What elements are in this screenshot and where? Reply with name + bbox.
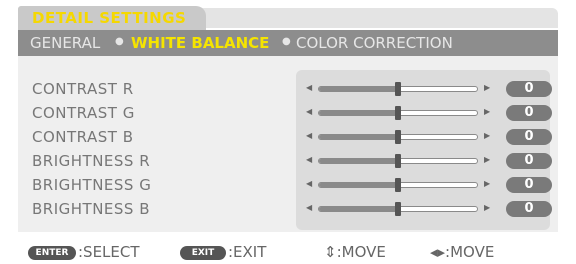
slider-knob[interactable] [395,106,401,120]
setting-label[interactable]: CONTRAST B [32,128,133,146]
increase-arrow-icon[interactable]: ▶ [484,155,490,164]
slider-fill [319,159,398,163]
footer-hints: ENTER :SELECT EXIT :EXIT ⇕:MOVE ◂▸:MOVE [18,242,558,264]
slider-fill [319,111,398,115]
increase-arrow-icon[interactable]: ▶ [484,131,490,140]
select-hint: :SELECT [78,243,140,261]
increase-arrow-icon[interactable]: ▶ [484,107,490,116]
slider-knob[interactable] [395,82,401,96]
exit-hint: :EXIT [228,243,267,261]
setting-value: 0 [506,201,552,217]
slider-fill [319,207,398,211]
slider-knob[interactable] [395,178,401,192]
slider-fill [319,87,398,91]
enter-key-badge[interactable]: ENTER [28,246,76,260]
setting-value: 0 [506,177,552,193]
setting-label[interactable]: BRIGHTNESS B [32,200,150,218]
decrease-arrow-icon[interactable]: ◀ [306,203,312,212]
setting-value: 0 [506,153,552,169]
setting-value: 0 [506,105,552,121]
tab-white-balance[interactable]: WHITE BALANCE [131,34,269,52]
slider-knob[interactable] [395,130,401,144]
tab-separator: ● [282,36,291,47]
move-horizontal-hint: ◂▸:MOVE [430,243,495,261]
title-tab: DETAIL SETTINGS [18,6,206,30]
increase-arrow-icon[interactable]: ▶ [484,179,490,188]
setting-label[interactable]: BRIGHTNESS G [32,176,151,194]
setting-value: 0 [506,81,552,97]
decrease-arrow-icon[interactable]: ◀ [306,179,312,188]
setting-label[interactable]: CONTRAST G [32,104,135,122]
tab-general[interactable]: GENERAL [30,34,100,52]
increase-arrow-icon[interactable]: ▶ [484,83,490,92]
tab-separator: ● [115,36,124,47]
slider-fill [319,135,398,139]
move-vertical-hint: ⇕:MOVE [324,243,386,261]
slider-knob[interactable] [395,202,401,216]
exit-key-badge[interactable]: EXIT [180,246,226,260]
setting-label[interactable]: BRIGHTNESS R [32,152,150,170]
tab-bar: GENERAL ● WHITE BALANCE ● COLOR CORRECTI… [18,30,558,56]
decrease-arrow-icon[interactable]: ◀ [306,83,312,92]
slider-fill [319,183,398,187]
page-title: DETAIL SETTINGS [32,9,187,27]
decrease-arrow-icon[interactable]: ◀ [306,107,312,116]
decrease-arrow-icon[interactable]: ◀ [306,131,312,140]
setting-value: 0 [506,129,552,145]
setting-label[interactable]: CONTRAST R [32,80,134,98]
slider-knob[interactable] [395,154,401,168]
decrease-arrow-icon[interactable]: ◀ [306,155,312,164]
tab-color-correction[interactable]: COLOR CORRECTION [296,34,453,52]
increase-arrow-icon[interactable]: ▶ [484,203,490,212]
